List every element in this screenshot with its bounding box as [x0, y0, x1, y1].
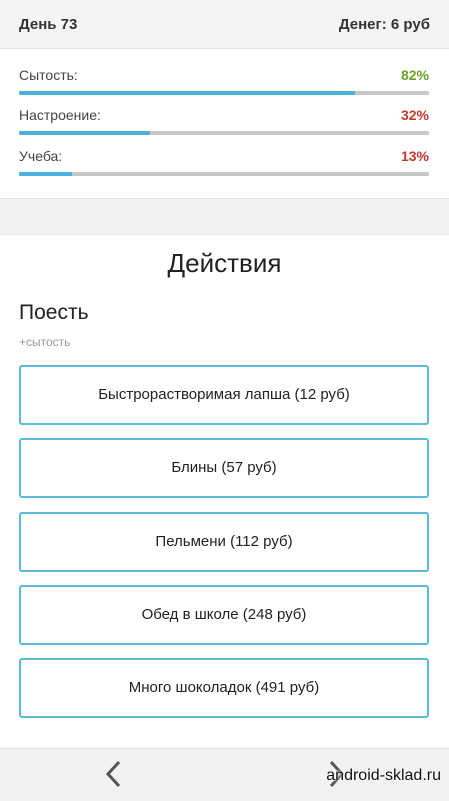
bottom-nav: android-sklad.ru: [0, 748, 449, 801]
stat-satiety: Сытость: 82%: [19, 67, 429, 97]
stat-label: Настроение:: [19, 107, 101, 123]
stat-value: 13%: [400, 148, 429, 164]
stat-value: 32%: [400, 107, 429, 123]
stat-study: Учеба: 13%: [19, 148, 429, 178]
actions-panel: Действия Поесть +сытость Быстрорастворим…: [0, 234, 449, 748]
stat-label: Сытость:: [19, 67, 78, 83]
stat-progress-fill: [19, 91, 356, 95]
stat-mood: Настроение: 32%: [19, 107, 429, 137]
stat-progress-fill: [19, 131, 151, 135]
stat-progress-track: [19, 131, 429, 135]
chevron-left-icon[interactable]: [100, 757, 128, 791]
actions-title: Действия: [167, 248, 282, 278]
action-button-dumplings[interactable]: Пельмени (112 руб): [19, 512, 429, 572]
top-bar: День 73 Денег: 6 руб: [0, 0, 449, 49]
action-button-noodles[interactable]: Быстрорастворимая лапша (12 руб): [19, 365, 429, 425]
action-button-chocolates[interactable]: Много шоколадок (491 руб): [19, 658, 429, 718]
stat-value: 82%: [400, 67, 429, 83]
stat-progress-fill: [19, 172, 73, 176]
money-counter: Денег: 6 руб: [338, 16, 430, 33]
section-title-eat: Поесть: [19, 301, 89, 324]
stat-progress-track: [19, 172, 429, 176]
stat-progress-track: [19, 91, 429, 95]
action-button-pancakes[interactable]: Блины (57 руб): [19, 438, 429, 498]
stat-label: Учеба:: [19, 148, 63, 164]
day-counter: День 73: [19, 16, 78, 33]
action-button-school-lunch[interactable]: Обед в школе (248 руб): [19, 585, 429, 645]
stats-panel: Сытость: 82% Настроение: 32% Учеба: 13%: [0, 49, 449, 199]
watermark: android-sklad.ru: [326, 767, 441, 784]
section-hint: +сытость: [19, 335, 71, 349]
spacer: [0, 199, 449, 233]
